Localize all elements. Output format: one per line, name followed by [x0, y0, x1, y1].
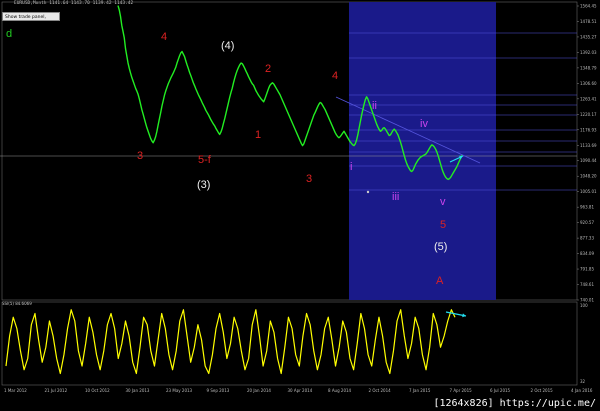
y-tick-label: 920.57 [580, 220, 594, 225]
y-tick-label: 1133.69 [580, 143, 597, 148]
x-tick-label: 10 Oct 2012 [85, 388, 110, 393]
y-tick-label: 1435.27 [580, 34, 597, 39]
x-tick-label: 30 Apr 2014 [288, 388, 313, 393]
x-tick-label: 7 Jan 2015 [409, 388, 431, 393]
chart-canvas: 1564.45 1478.51 1435.27 1392.03 1348.79 1306.… [0, 1, 597, 393]
wave-label-purple: i [350, 161, 352, 173]
wave-label-red: 4 [332, 70, 338, 82]
wave-label-purple: ii [372, 100, 377, 112]
marker-dot [366, 190, 370, 194]
y-tick-label: 1478.51 [580, 19, 597, 24]
y-tick-label: 740.01 [580, 298, 594, 303]
x-tick-label: 23 May 2013 [166, 388, 193, 393]
x-tick-label: 6 Jul 2015 [490, 388, 511, 393]
y-tick-label: 1306.60 [580, 81, 597, 86]
y-tick-label: 1263.41 [580, 96, 597, 101]
wave-label-red: 3 [137, 150, 143, 162]
oscillator-tick-label: 32 [580, 379, 586, 384]
y-tick-label: 963.81 [580, 205, 594, 210]
wave-label-white: (4) [221, 40, 234, 52]
x-tick-label: 4 Jan 2016 [571, 388, 593, 393]
wave-label-red: 5 [440, 219, 446, 231]
y-tick-label: 791.85 [580, 267, 594, 272]
x-tick-label: 2 Oct 2014 [369, 388, 392, 393]
oscillator-panel-frame [1, 301, 578, 386]
y-tick-label: 1348.79 [580, 65, 597, 70]
wave-label-red: A [436, 275, 444, 287]
y-tick-label: 1564.45 [580, 4, 597, 9]
y-tick-label: 877.33 [580, 236, 594, 241]
wave-label-white: (5) [434, 241, 447, 253]
oscillator-tick-label: 100 [580, 303, 588, 308]
watermark: [1264x826] https://upic.me/ [433, 398, 596, 409]
y-tick-label: 1392.03 [580, 50, 597, 55]
y-tick-label: 1048.20 [580, 174, 597, 179]
wave-label-red: 1 [255, 129, 261, 141]
wave-label-purple: iv [420, 118, 428, 130]
y-tick-label: 1176.93 [580, 127, 597, 132]
wave-label-purple: v [440, 196, 446, 208]
y-tick-label: 748.61 [580, 282, 594, 287]
oscillator-series-line [5, 309, 456, 375]
wave-label-red: 3 [306, 173, 312, 185]
x-tick-label: 8 Aug 2014 [328, 388, 352, 393]
wave-label-purple: iii [392, 191, 399, 203]
y-tick-label: 1090.44 [580, 158, 597, 163]
y-tick-label: 834.09 [580, 251, 594, 256]
y-tick-label: 1005.01 [580, 189, 597, 194]
x-tick-label: 21 Jul 2012 [45, 388, 68, 393]
x-tick-label: 30 Jan 2013 [126, 388, 150, 393]
wave-label-red: 4 [161, 31, 167, 43]
wave-label-white: (3) [197, 179, 210, 191]
x-tick-label: 1 Mar 2012 [4, 388, 27, 393]
x-tick-label: 20 Jan 2014 [247, 388, 271, 393]
x-tick-label: 9 Sep 2013 [207, 388, 230, 393]
y-tick-label: 1220.17 [580, 112, 597, 117]
wave-label-red: 2 [265, 63, 271, 75]
x-tick-label: 2 Oct 2015 [531, 388, 554, 393]
highlight-box [349, 2, 496, 300]
wave-label-red: 5-f [198, 154, 212, 166]
x-tick-label: 7 Apr 2015 [450, 388, 473, 393]
